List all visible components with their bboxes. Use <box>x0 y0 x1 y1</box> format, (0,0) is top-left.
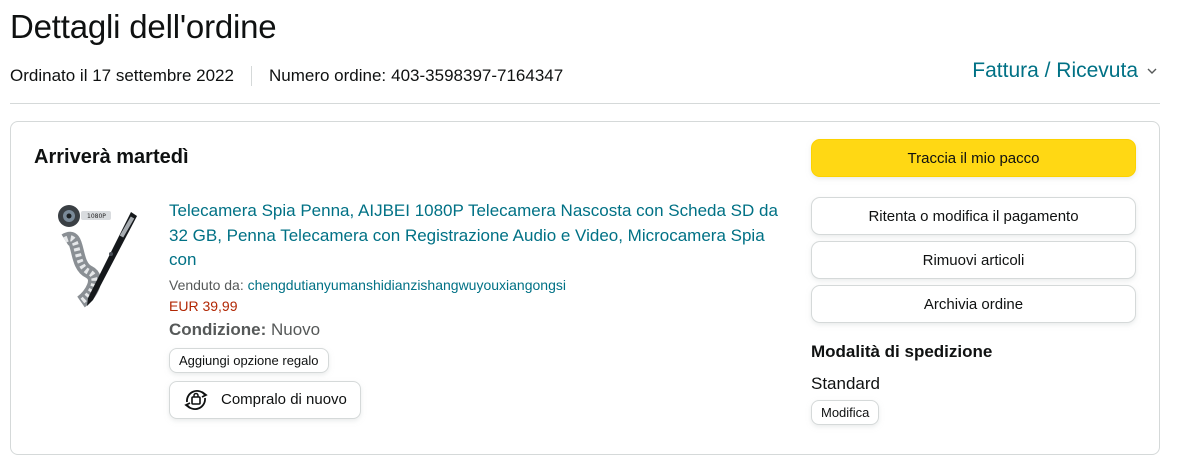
svg-text:1080P: 1080P <box>87 213 106 220</box>
order-number: Numero ordine: 403-3598397-7164347 <box>269 66 563 86</box>
product-condition: Condizione: Nuovo <box>169 320 779 340</box>
header-divider <box>10 103 1160 104</box>
add-gift-option-button[interactable]: Aggiungi opzione regalo <box>169 347 329 373</box>
buy-again-label: Compralo di nuovo <box>221 391 347 408</box>
order-date: Ordinato il 17 settembre 2022 <box>10 66 234 85</box>
sold-by: Venduto da: chengdutianyumanshidianzisha… <box>169 277 779 293</box>
buy-again-icon <box>184 389 208 410</box>
shipment-card: Arriverà martedì 1080P Telecamera Spia P… <box>10 121 1160 455</box>
remove-items-button[interactable]: Rimuovi articoli <box>811 241 1136 279</box>
archive-order-button[interactable]: Archivia ordine <box>811 285 1136 323</box>
meta-divider <box>250 66 252 86</box>
page-title: Dettagli dell'ordine <box>10 8 277 45</box>
invoice-dropdown-link[interactable]: Fattura / Ricevuta <box>972 59 1158 83</box>
order-number-value: 403-3598397-7164347 <box>391 66 564 85</box>
order-meta: Ordinato il 17 settembre 2022 Numero ord… <box>10 65 563 87</box>
product-title-link[interactable]: Telecamera Spia Penna, AIJBEI 1080P Tele… <box>169 199 779 273</box>
invoice-link-label: Fattura / Ricevuta <box>972 59 1138 82</box>
chevron-down-icon <box>1147 68 1157 74</box>
edit-shipping-button[interactable]: Modifica <box>811 400 880 425</box>
order-actions: Traccia il mio pacco Ritenta o modifica … <box>811 139 1137 425</box>
product-image[interactable]: 1080P <box>51 200 139 310</box>
retry-payment-button[interactable]: Ritenta o modifica il pagamento <box>811 197 1136 235</box>
product-info: Telecamera Spia Penna, AIJBEI 1080P Tele… <box>169 199 779 421</box>
condition-label: Condizione: <box>169 319 267 339</box>
shipping-method-value: Standard <box>811 374 880 393</box>
track-package-button[interactable]: Traccia il mio pacco <box>811 139 1136 177</box>
condition-value: Nuovo <box>271 319 321 339</box>
delivery-status: Arriverà martedì <box>34 146 189 168</box>
shipping-method-heading: Modalità di spedizione <box>811 342 993 361</box>
seller-link[interactable]: chengdutianyumanshidianzishangwuyouxiang… <box>248 277 566 293</box>
product-price: EUR 39,99 <box>169 297 238 314</box>
sold-by-label: Venduto da: <box>169 276 244 293</box>
order-number-label: Numero ordine: <box>268 66 387 85</box>
buy-again-button[interactable]: Compralo di nuovo <box>169 380 361 419</box>
order-details-page: Dettagli dell'ordine Ordinato il 17 sett… <box>0 0 1194 476</box>
